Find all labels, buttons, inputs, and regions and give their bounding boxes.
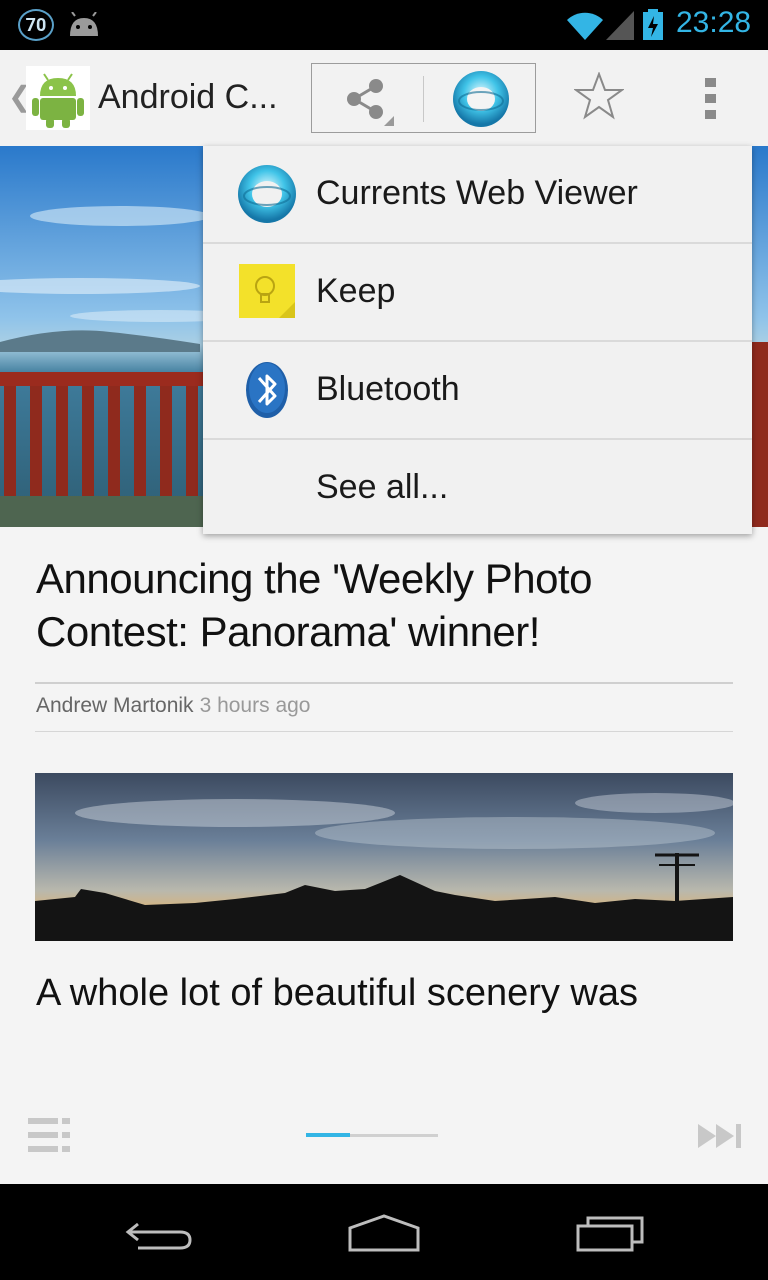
menu-item-see-all[interactable]: See all... <box>203 440 752 538</box>
currents-icon[interactable] <box>450 68 512 130</box>
bluetooth-icon <box>246 362 288 418</box>
recent-apps-icon[interactable] <box>574 1214 646 1254</box>
menu-item-label: Currents Web Viewer <box>316 174 638 212</box>
battery-icon <box>643 9 663 40</box>
navigation-bar <box>0 1184 768 1280</box>
article-lead: A whole lot of beautiful scenery was <box>36 972 639 1014</box>
android-app-icon[interactable] <box>26 66 90 130</box>
home-icon[interactable] <box>346 1214 422 1254</box>
menu-item-keep[interactable]: Keep <box>203 244 752 342</box>
keep-icon <box>239 264 295 318</box>
android-notification-icon <box>70 12 98 36</box>
signal-icon <box>606 11 634 40</box>
menu-item-label: See all... <box>316 468 449 506</box>
divider <box>35 682 733 684</box>
byline: Andrew Martonik 3 hours ago <box>36 694 310 718</box>
panorama-image[interactable] <box>35 773 733 941</box>
divider <box>35 731 733 732</box>
menu-item-bluetooth[interactable]: Bluetooth <box>203 342 752 440</box>
menu-item-label: Keep <box>316 272 396 310</box>
article-list-icon[interactable] <box>28 1116 72 1154</box>
app-title[interactable]: Android C... <box>98 78 278 117</box>
currents-icon <box>238 165 296 223</box>
share-menu-popup: Currents Web Viewer Keep Bluetooth See a… <box>203 146 752 534</box>
page-indicator-progress <box>306 1133 350 1137</box>
wifi-icon <box>567 12 603 41</box>
action-bar: ❮ Android C... <box>0 50 768 146</box>
share-dropdown-indicator <box>384 116 394 126</box>
clock: 23:28 <box>676 6 752 39</box>
menu-item-currents[interactable]: Currents Web Viewer <box>203 146 752 244</box>
share-divider <box>423 76 424 122</box>
author-name: Andrew Martonik <box>36 694 194 717</box>
status-bar: 70 23:28 <box>0 0 768 50</box>
share-icon[interactable] <box>342 76 388 122</box>
post-time: 3 hours ago <box>199 694 311 717</box>
notification-count-badge: 70 <box>18 9 54 41</box>
menu-item-label: Bluetooth <box>316 370 460 408</box>
back-icon[interactable] <box>124 1214 196 1254</box>
star-icon[interactable] <box>574 72 624 120</box>
overflow-menu-icon[interactable] <box>703 76 719 120</box>
share-action-provider <box>311 63 536 133</box>
skip-next-icon[interactable] <box>698 1122 744 1150</box>
article-title[interactable]: Announcing the 'Weekly Photo Contest: Pa… <box>36 552 736 658</box>
